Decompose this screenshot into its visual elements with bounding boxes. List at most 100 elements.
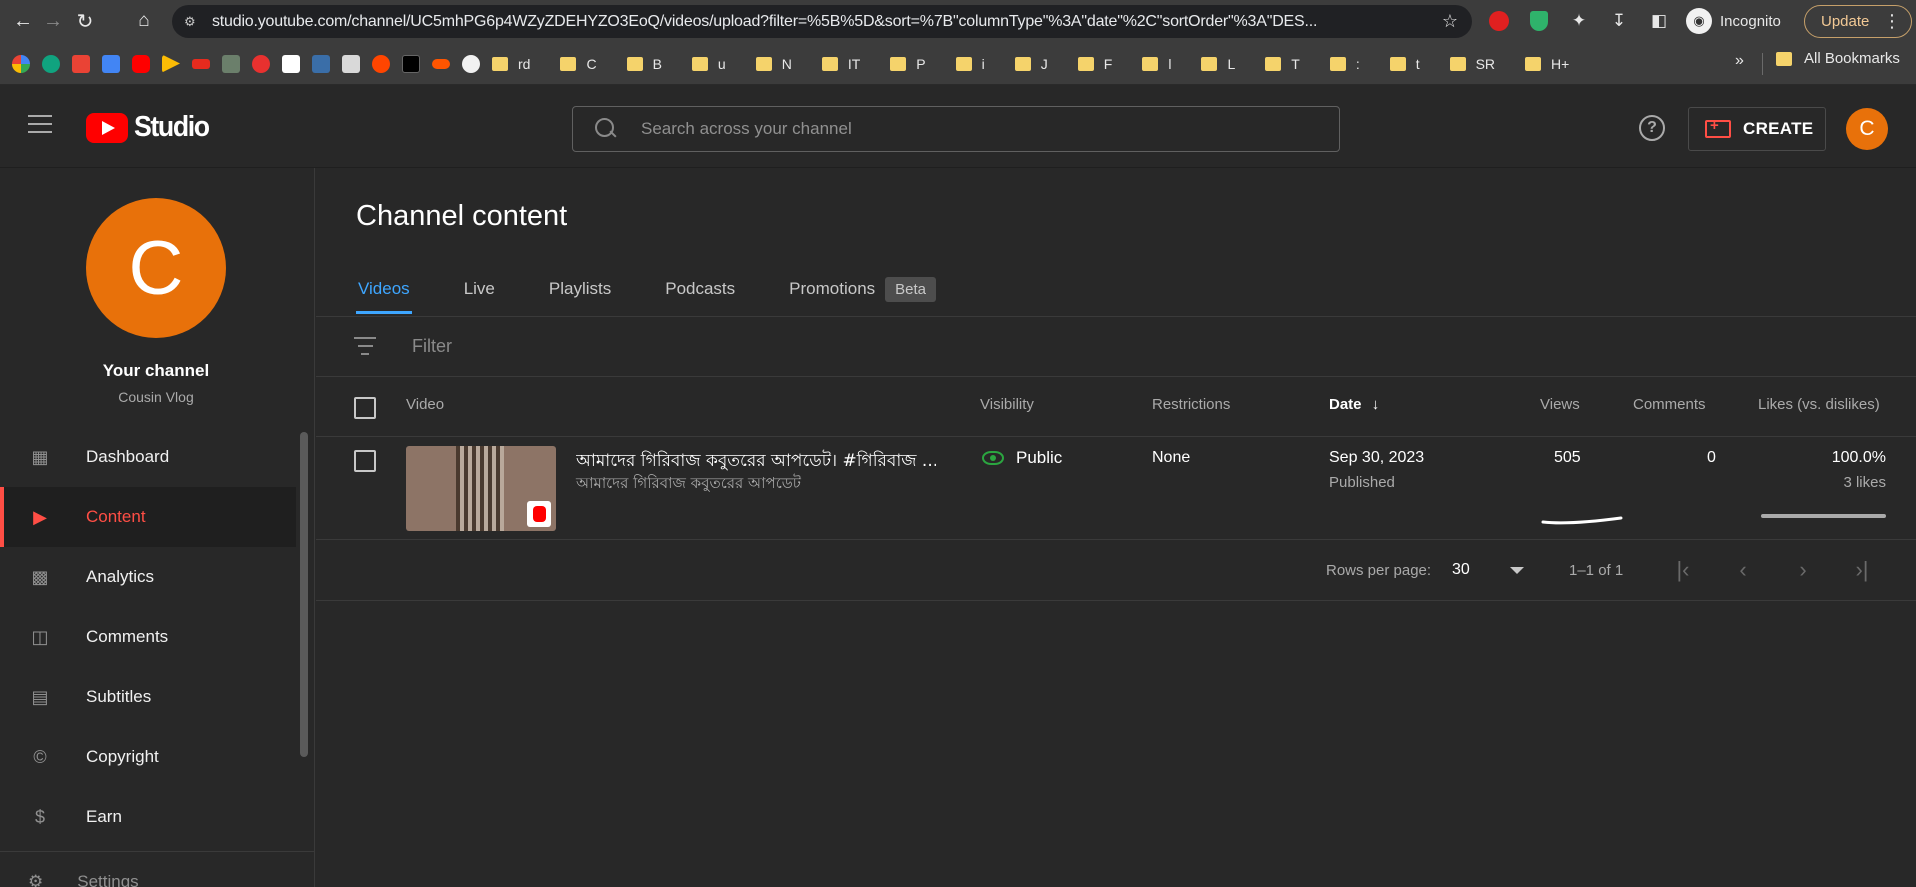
bookmark-translate[interactable] bbox=[102, 50, 120, 78]
bookmark-gmail[interactable] bbox=[72, 50, 90, 78]
bookmark-soundcloud[interactable] bbox=[432, 50, 450, 78]
back-icon[interactable]: ← bbox=[8, 6, 38, 36]
bookmark-digg[interactable] bbox=[402, 50, 420, 78]
all-bookmarks-folder[interactable]: All Bookmarks bbox=[1776, 50, 1900, 67]
bookmark-site-11[interactable] bbox=[312, 50, 330, 78]
bookmark-play[interactable] bbox=[162, 50, 180, 78]
menu-icon[interactable] bbox=[28, 115, 52, 133]
bookmark-folder[interactable]: : bbox=[1329, 50, 1360, 78]
bookmark-folder[interactable]: N bbox=[755, 50, 792, 78]
folder-icon bbox=[492, 56, 508, 71]
sidebar-item-comments[interactable]: ◫ Comments bbox=[0, 607, 296, 667]
search-icon[interactable] bbox=[593, 116, 619, 142]
adblock-extension-icon[interactable] bbox=[1486, 8, 1512, 34]
bookmark-folder[interactable]: SR bbox=[1449, 50, 1495, 78]
studio-logo[interactable]: Studio bbox=[86, 111, 215, 144]
column-header-comments[interactable]: Comments bbox=[1633, 396, 1706, 413]
download-icon[interactable]: ↧ bbox=[1606, 8, 1632, 34]
bookmark-folder[interactable]: u bbox=[691, 50, 726, 78]
filter-placeholder[interactable]: Filter bbox=[412, 336, 452, 357]
sidebar-item-earn[interactable]: $ Earn bbox=[0, 787, 296, 847]
bookmark-folder[interactable]: P bbox=[890, 50, 926, 78]
more-menu-icon[interactable]: ⋮ bbox=[1883, 11, 1901, 32]
site-info-icon[interactable]: ⚙ bbox=[184, 14, 200, 30]
filter-bar[interactable]: Filter bbox=[316, 316, 1916, 376]
search-box[interactable] bbox=[572, 106, 1340, 152]
visibility-cell[interactable]: Public bbox=[982, 448, 1062, 468]
bookmark-folder[interactable]: t bbox=[1389, 50, 1420, 78]
bookmark-site-16[interactable] bbox=[462, 50, 480, 78]
bookmark-folder[interactable]: T bbox=[1265, 50, 1300, 78]
column-header-visibility[interactable]: Visibility bbox=[980, 396, 1034, 413]
browser-toolbar: ← → ↻ ⌂ ⚙ studio.youtube.com/channel/UC5… bbox=[0, 0, 1916, 43]
bookmark-folder[interactable]: B bbox=[626, 50, 662, 78]
sidebar-item-settings[interactable]: ⚙ Settings bbox=[28, 872, 139, 887]
reload-icon[interactable]: ↻ bbox=[70, 6, 100, 36]
dropdown-caret-icon[interactable] bbox=[1510, 567, 1524, 574]
sidebar-item-subtitles[interactable]: ▤ Subtitles bbox=[0, 667, 296, 727]
bookmark-reddit[interactable] bbox=[372, 50, 390, 78]
more-bookmarks-icon[interactable]: » bbox=[1735, 52, 1744, 70]
help-icon[interactable]: ? bbox=[1639, 115, 1665, 141]
address-bar[interactable]: ⚙ studio.youtube.com/channel/UC5mhPG6p4W… bbox=[172, 5, 1472, 38]
bookmark-folder-label: N bbox=[781, 55, 792, 72]
tab-live[interactable]: Live bbox=[462, 264, 497, 314]
sidebar-scrollbar[interactable] bbox=[300, 432, 308, 757]
tab-promotions[interactable]: Promotions Beta bbox=[787, 264, 938, 314]
bookmark-folder[interactable]: H+ bbox=[1525, 50, 1569, 78]
search-input[interactable] bbox=[641, 119, 1281, 139]
create-button[interactable]: CREATE bbox=[1688, 107, 1826, 151]
sidebar-item-content[interactable]: ▶ Content bbox=[0, 487, 296, 547]
column-header-views[interactable]: Views bbox=[1540, 396, 1580, 413]
sidebar-item-dashboard[interactable]: ▦ Dashboard bbox=[0, 427, 296, 487]
subtitles-icon: ▤ bbox=[31, 686, 49, 707]
bookmark-folder[interactable]: rd bbox=[492, 50, 530, 78]
bookmark-site-9[interactable] bbox=[252, 50, 270, 78]
last-page-icon[interactable]: ›| bbox=[1850, 557, 1874, 582]
sidebar-item-copyright[interactable]: © Copyright bbox=[0, 727, 296, 787]
bookmark-star-icon[interactable]: ☆ bbox=[1442, 11, 1458, 32]
bookmark-folder[interactable]: IT bbox=[821, 50, 860, 78]
bookmark-wikipedia[interactable] bbox=[282, 50, 300, 78]
bookmark-folder[interactable]: l bbox=[1142, 50, 1171, 78]
incognito-indicator[interactable]: ◉ Incognito bbox=[1686, 7, 1781, 35]
update-button[interactable]: Update ⋮ bbox=[1804, 5, 1912, 38]
tab-videos[interactable]: Videos bbox=[356, 264, 412, 314]
bookmark-folder[interactable]: J bbox=[1014, 50, 1048, 78]
dashboard-icon: ▦ bbox=[31, 446, 49, 467]
account-avatar[interactable]: C bbox=[1846, 108, 1888, 150]
bookmark-folder[interactable]: i bbox=[955, 50, 985, 78]
bookmark-chatgpt[interactable] bbox=[42, 50, 60, 78]
bookmark-folder-label: l bbox=[1168, 55, 1172, 72]
bookmark-site-12[interactable] bbox=[342, 50, 360, 78]
side-panel-icon[interactable]: ◧ bbox=[1646, 8, 1672, 34]
row-checkbox[interactable] bbox=[354, 450, 376, 472]
home-icon[interactable]: ⌂ bbox=[129, 6, 159, 36]
sidebar-item-analytics[interactable]: ▩ Analytics bbox=[0, 547, 296, 607]
bookmark-youtube[interactable] bbox=[132, 50, 150, 78]
column-header-restrictions[interactable]: Restrictions bbox=[1152, 396, 1230, 413]
rows-per-page-select[interactable]: 30 bbox=[1452, 561, 1470, 579]
url-text[interactable]: studio.youtube.com/channel/UC5mhPG6p4WZy… bbox=[212, 13, 1447, 31]
select-all-checkbox[interactable] bbox=[354, 397, 376, 419]
channel-avatar[interactable]: C bbox=[86, 198, 226, 338]
first-page-icon[interactable]: |‹ bbox=[1671, 557, 1695, 582]
bookmark-folder[interactable]: L bbox=[1201, 50, 1235, 78]
bookmark-folder[interactable]: F bbox=[1077, 50, 1112, 78]
previous-page-icon[interactable]: ‹ bbox=[1731, 557, 1755, 582]
next-page-icon[interactable]: › bbox=[1791, 557, 1815, 582]
bookmark-ted[interactable] bbox=[192, 50, 210, 78]
video-thumbnail[interactable] bbox=[406, 446, 556, 531]
extensions-icon[interactable]: ✦ bbox=[1566, 8, 1592, 34]
column-header-date[interactable]: Date ↓ bbox=[1329, 396, 1379, 413]
bookmark-folder[interactable]: C bbox=[560, 50, 597, 78]
tab-podcasts[interactable]: Podcasts bbox=[663, 264, 737, 314]
shield-extension-icon[interactable] bbox=[1526, 8, 1552, 34]
bookmark-site-8[interactable] bbox=[222, 50, 240, 78]
table-row[interactable]: আমাদের গিরিবাজ কবুতরের আপডেট। #গিরিবাজ .… bbox=[316, 436, 1916, 539]
bookmark-google[interactable] bbox=[12, 50, 30, 78]
forward-icon[interactable]: → bbox=[38, 6, 68, 36]
column-header-likes[interactable]: Likes (vs. dislikes) bbox=[1758, 396, 1880, 413]
filter-icon[interactable] bbox=[354, 337, 376, 355]
tab-playlists[interactable]: Playlists bbox=[547, 264, 613, 314]
